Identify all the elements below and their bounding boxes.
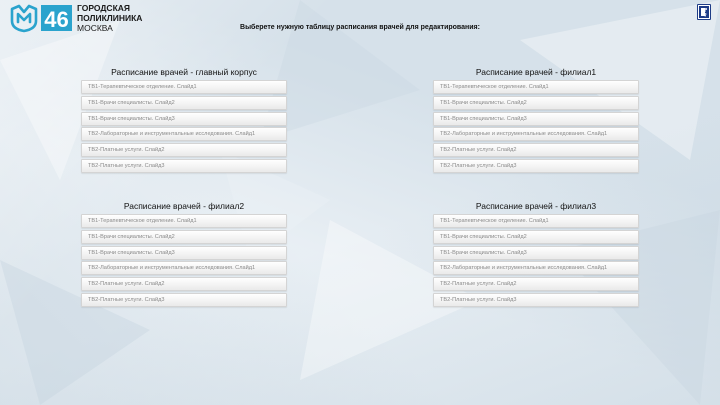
slide-button[interactable]: ТВ1-Врачи специалисты. Слайд3 [433, 111, 639, 126]
slide-button[interactable]: ТВ2-Платные услуги. Слайд3 [81, 158, 287, 173]
slide-button[interactable]: ТВ1-Врачи специалисты. Слайд3 [81, 245, 287, 260]
door-exit-icon [699, 6, 709, 18]
app-header: 46 ГОРОДСКАЯ ПОЛИКЛИНИКА МОСКВА Выберете… [0, 0, 720, 40]
slide-button[interactable]: ТВ2-Лабораторные и инструментальные иссл… [81, 261, 287, 276]
slide-button[interactable]: ТВ2-Платные услуги. Слайд2 [81, 277, 287, 292]
slide-button[interactable]: ТВ2-Лабораторные и инструментальные иссл… [433, 261, 639, 276]
slide-button[interactable]: ТВ1-Терапевтическое отделение. Слайд1 [81, 80, 287, 94]
clinic-name-line1: ГОРОДСКАЯ [77, 3, 131, 13]
slide-button[interactable]: ТВ1-Врачи специалисты. Слайд2 [81, 229, 287, 244]
clinic-name-line2: ПОЛИКЛИНИКА [77, 13, 143, 23]
slide-button[interactable]: ТВ1-Терапевтическое отделение. Слайд1 [81, 214, 287, 228]
panel-title: Расписание врачей - филиал2 [123, 201, 245, 211]
schedule-panel-branch3: Расписание врачей - филиал3 ТВ1-Терапевт… [433, 199, 639, 309]
slide-button[interactable]: ТВ1-Врачи специалисты. Слайд2 [81, 95, 287, 110]
slide-button[interactable]: ТВ2-Платные услуги. Слайд2 [433, 143, 639, 158]
slide-button[interactable]: ТВ2-Лабораторные и инструментальные иссл… [81, 127, 287, 142]
schedule-panel-branch1: Расписание врачей - филиал1 ТВ1-Терапевт… [433, 65, 639, 175]
slide-button[interactable]: ТВ1-Врачи специалисты. Слайд3 [81, 111, 287, 126]
slide-button[interactable]: ТВ2-Платные услуги. Слайд2 [433, 277, 639, 292]
slide-button[interactable]: ТВ2-Лабораторные и инструментальные иссл… [433, 127, 639, 142]
slide-button[interactable]: ТВ2-Платные услуги. Слайд3 [433, 158, 639, 173]
slide-button[interactable]: ТВ2-Платные услуги. Слайд3 [81, 292, 287, 307]
panel-title: Расписание врачей - филиал1 [475, 67, 597, 77]
slide-button[interactable]: ТВ2-Платные услуги. Слайд3 [433, 292, 639, 307]
slide-button[interactable]: ТВ1-Врачи специалисты. Слайд2 [433, 229, 639, 244]
slide-button[interactable]: ТВ1-Врачи специалисты. Слайд3 [433, 245, 639, 260]
slide-button[interactable]: ТВ1-Врачи специалисты. Слайд2 [433, 95, 639, 110]
slide-button[interactable]: ТВ1-Терапевтическое отделение. Слайд1 [433, 214, 639, 228]
page-prompt: Выберете нужную таблицу расписания враче… [240, 24, 480, 31]
panel-title: Расписание врачей - филиал3 [475, 201, 597, 211]
slide-button[interactable]: ТВ2-Платные услуги. Слайд2 [81, 143, 287, 158]
schedule-panel-main: Расписание врачей - главный корпус ТВ1-Т… [81, 65, 287, 175]
slide-button[interactable]: ТВ1-Терапевтическое отделение. Слайд1 [433, 80, 639, 94]
panel-title: Расписание врачей - главный корпус [111, 67, 257, 77]
exit-button[interactable] [697, 4, 711, 20]
schedule-panel-branch2: Расписание врачей - филиал2 ТВ1-Терапевт… [81, 199, 287, 309]
